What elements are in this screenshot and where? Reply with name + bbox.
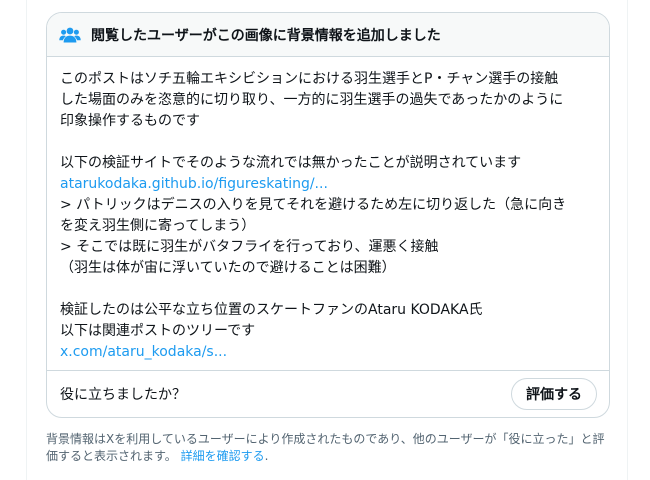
helpful-question: 役に立ちましたか？: [60, 387, 186, 403]
footer-period: .: [264, 449, 269, 463]
note-text-line: 印象操作するものです: [60, 113, 200, 129]
rate-button[interactable]: 評価する: [511, 378, 597, 410]
note-text-line: 以下は関連ポストのツリーです: [60, 323, 256, 339]
learn-more-link[interactable]: 詳細を確認する: [181, 449, 265, 463]
timeline-left-border: [26, 0, 27, 480]
note-text-line: （羽生は体が宙に浮いていたので避けることは困難）: [60, 260, 396, 276]
note-blank-line: [60, 132, 597, 153]
timeline-right-border: [627, 0, 628, 480]
note-text-line: > そこでは既に羽生がバタフライを行っており、運悪く接触: [60, 239, 439, 255]
people-icon: [59, 26, 81, 44]
community-note-card: 閲覧したユーザーがこの画像に背景情報を追加しました このポストはソチ五輪エキシビ…: [46, 12, 610, 418]
note-text-line: 検証したのは公平な立ち位置のスケートファンのAtaru KODAKA氏: [60, 302, 483, 318]
note-text-line: このポストはソチ五輪エキシビションにおける羽生選手とP・チャン選手の接触: [60, 71, 559, 87]
note-text-line: > パトリックはデニスの入りを見てそれを避けるため左に切り返した（急に向き: [60, 197, 567, 213]
footer-text: 背景情報はXを利用しているユーザーにより作成されたものであり、他のユーザーが「役…: [46, 432, 605, 463]
note-text-line: 以下の検証サイトでそのような流れでは無かったことが説明されています: [60, 155, 522, 171]
note-body: このポストはソチ五輪エキシビションにおける羽生選手とP・チャン選手の接触 した場…: [47, 57, 609, 363]
footer-disclaimer: 背景情報はXを利用しているユーザーにより作成されたものであり、他のユーザーが「役…: [46, 431, 612, 465]
verification-site-link[interactable]: atarukodaka.github.io/figureskating/...: [60, 174, 597, 195]
related-post-link[interactable]: x.com/ataru_kodaka/s...: [60, 342, 597, 363]
note-blank-line: [60, 279, 597, 300]
note-header: 閲覧したユーザーがこの画像に背景情報を追加しました: [47, 13, 609, 57]
helpful-row: 役に立ちましたか？ 評価する: [47, 371, 609, 417]
note-text-line: した場面のみを恣意的に切り取り、一方的に羽生選手の過失であったかのように: [60, 92, 564, 108]
note-text-line: を変え羽生側に寄ってしまう）: [60, 218, 256, 234]
note-header-title: 閲覧したユーザーがこの画像に背景情報を追加しました: [91, 27, 441, 44]
